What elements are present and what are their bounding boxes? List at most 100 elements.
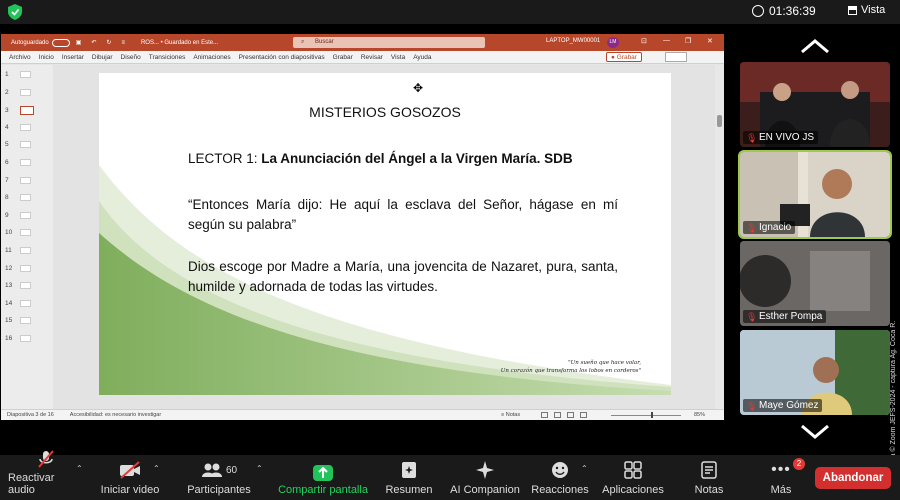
slide-thumbnail[interactable]: 10: [5, 229, 31, 237]
signature-line-2: Un corazón que transforma los lobos en c…: [500, 368, 641, 374]
slide-thumbnail[interactable]: 5: [5, 141, 31, 149]
tab-revisar[interactable]: Revisar: [361, 54, 383, 61]
participants-caret-icon[interactable]: ⌃: [256, 464, 263, 473]
slide-thumbnail[interactable]: 16: [5, 335, 31, 342]
undo-icon[interactable]: ↶: [91, 39, 96, 46]
participants-label: Participantes: [187, 484, 251, 496]
slide-preview: [20, 159, 31, 166]
slide-number: 14: [5, 299, 13, 307]
slide-preview: [20, 229, 31, 237]
user-avatar[interactable]: LM: [607, 37, 619, 48]
gallery-up-chevron-icon[interactable]: [800, 38, 830, 54]
doc-name[interactable]: ROS... • Guardado en Este...: [141, 40, 218, 46]
user-name[interactable]: LAPTOP_MW00001: [546, 38, 600, 44]
autosave-toggle[interactable]: [51, 38, 70, 47]
ppt-status-bar: Diapositiva 3 de 16 Accesibilidad: es ne…: [1, 409, 724, 420]
unmute-button[interactable]: Reactivar audio: [8, 450, 84, 500]
slide-thumbnail[interactable]: 12: [5, 264, 31, 272]
save-icon[interactable]: ▣: [76, 39, 82, 46]
lector-prefix: LECTOR 1:: [188, 151, 262, 166]
participant-label: 🎙 EN VIVO JS: [743, 131, 819, 144]
slide-number: 11: [5, 247, 12, 254]
minimize-icon[interactable]: —: [663, 37, 670, 44]
notes-button[interactable]: Notas: [686, 455, 732, 500]
slide-body: Dios escoge por Madre a María, una joven…: [188, 259, 618, 294]
leave-button[interactable]: Abandonar: [815, 467, 891, 489]
tab-inicio[interactable]: Inicio: [39, 54, 54, 61]
slide-number: 15: [5, 317, 13, 325]
scrollbar-thumb[interactable]: [717, 115, 722, 127]
sparkle-icon: [473, 459, 497, 481]
slide-thumbnail[interactable]: 8: [5, 194, 31, 202]
reactions-caret-icon[interactable]: ⌃: [581, 464, 588, 473]
sorter-view-icon[interactable]: [554, 412, 561, 418]
share-button[interactable]: [665, 52, 687, 62]
zoom-slider-knob[interactable]: [651, 412, 653, 418]
slide-thumbnail[interactable]: 9: [5, 211, 31, 219]
slide-thumbnail[interactable]: 14: [5, 299, 31, 307]
close-icon[interactable]: ✕: [707, 37, 713, 45]
slide-thumbnail[interactable]: 15: [5, 317, 31, 325]
participant-tile-maye[interactable]: 🎙 Maye Gómez: [740, 330, 890, 415]
customize-icon[interactable]: ≡: [121, 40, 125, 46]
notes-button[interactable]: ≡ Notas: [501, 412, 520, 418]
tab-ayuda[interactable]: Ayuda: [413, 54, 431, 61]
slideshow-icon[interactable]: [580, 412, 587, 418]
participant-tile-esther[interactable]: 🎙 Esther Pompa: [740, 241, 890, 326]
tab-diseno[interactable]: Diseño: [121, 54, 141, 61]
zoom-level[interactable]: 85%: [694, 412, 705, 418]
tab-grabar[interactable]: Grabar: [333, 54, 353, 61]
normal-view-icon[interactable]: [541, 412, 548, 418]
audio-options-caret-icon[interactable]: ⌃: [76, 464, 83, 473]
search-box[interactable]: ⌕ Buscar: [293, 37, 485, 48]
tab-dibujar[interactable]: Dibujar: [92, 54, 113, 61]
slide-thumbnail[interactable]: 2: [5, 88, 31, 96]
shield-icon[interactable]: [8, 4, 22, 20]
participant-tile-en-vivo[interactable]: 🎙 EN VIVO JS: [740, 62, 890, 147]
summary-button[interactable]: Resumen: [382, 455, 436, 500]
slide-thumbnail[interactable]: 6: [5, 159, 31, 166]
ribbon-display-icon[interactable]: ⊡: [641, 37, 647, 45]
reactions-button[interactable]: Reacciones: [528, 455, 592, 500]
redo-icon[interactable]: ↻: [106, 39, 111, 46]
apps-button[interactable]: Aplicaciones: [598, 455, 668, 500]
accessibility-status[interactable]: Accesibilidad: es necesario investigar: [70, 412, 161, 418]
slide-thumbnail[interactable]: 3: [5, 106, 34, 116]
zoom-slider[interactable]: [611, 415, 681, 416]
tab-vista[interactable]: Vista: [391, 54, 405, 61]
slide-preview: [20, 299, 31, 307]
tab-animaciones[interactable]: Animaciones: [193, 54, 230, 61]
tab-transiciones[interactable]: Transiciones: [149, 54, 186, 61]
slide-preview: [20, 141, 31, 149]
slide-preview: [20, 211, 31, 219]
slide-thumbnail[interactable]: 13: [5, 282, 31, 290]
slide[interactable]: ✥ MISTERIOS GOSOZOS LECTOR 1: La Anuncia…: [99, 73, 671, 395]
restore-icon[interactable]: ❐: [685, 37, 691, 45]
muted-mic-icon: 🎙: [746, 132, 758, 143]
share-screen-button[interactable]: Compartir pantalla: [276, 455, 370, 500]
participants-button[interactable]: 60 Participantes: [182, 455, 256, 500]
participant-tile-ignacio[interactable]: 🎙 Ignacio: [738, 150, 892, 239]
meeting-timer[interactable]: 01:36:39: [752, 4, 816, 18]
video-options-caret-icon[interactable]: ⌃: [153, 464, 160, 473]
gallery-down-chevron-icon[interactable]: [800, 424, 830, 440]
start-video-button[interactable]: Iniciar video: [95, 455, 165, 500]
grid-icon: [848, 5, 857, 15]
record-button[interactable]: ● Grabar: [606, 52, 642, 62]
slide-thumbnail[interactable]: 4: [5, 123, 31, 131]
view-button[interactable]: Vista: [848, 4, 885, 16]
tab-archivo[interactable]: Archivo: [9, 54, 31, 61]
vertical-scrollbar[interactable]: [715, 65, 724, 409]
slide-thumbnail[interactable]: 11: [5, 247, 31, 254]
slide-preview: [20, 194, 31, 202]
slide-thumbnail[interactable]: 7: [5, 176, 31, 184]
ai-companion-button[interactable]: AI Companion: [448, 455, 522, 500]
view-label: Vista: [861, 4, 886, 16]
slide-number: 2: [5, 88, 9, 96]
slide-preview: [20, 123, 31, 131]
reading-view-icon[interactable]: [567, 412, 574, 418]
slide-preview: [20, 71, 31, 78]
tab-insertar[interactable]: Insertar: [62, 54, 84, 61]
tab-presentacion[interactable]: Presentación con diapositivas: [239, 54, 325, 61]
slide-thumbnail[interactable]: 1: [5, 71, 31, 78]
